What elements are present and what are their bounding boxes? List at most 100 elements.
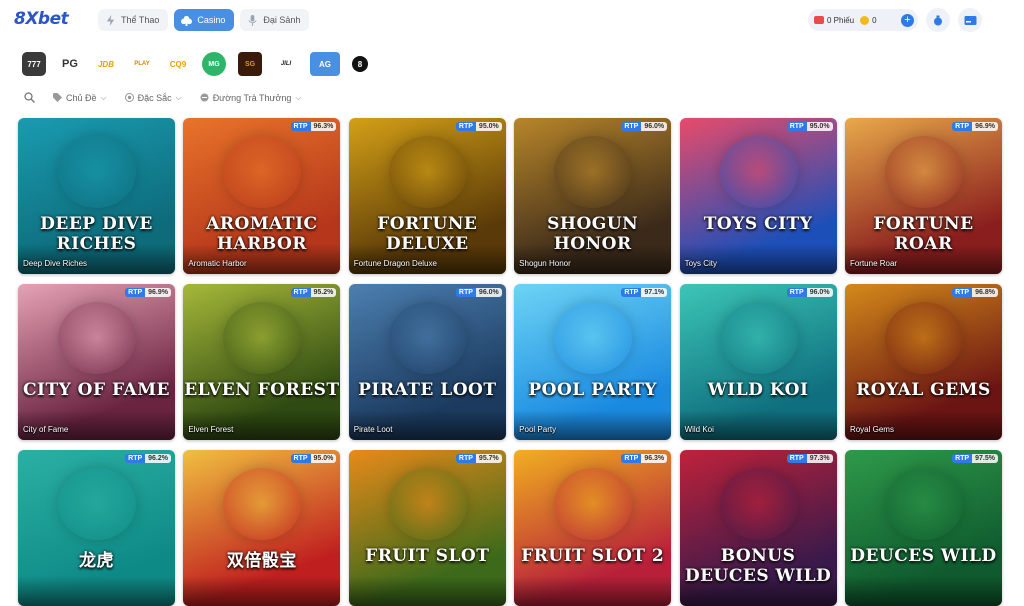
game-card[interactable]: AROMATIC HARBORRTP96.3%Aromatic Harbor: [183, 118, 341, 274]
lightning-icon: [106, 14, 115, 26]
thumbnail-decoration: [223, 468, 302, 540]
thumbnail-decoration: [884, 136, 963, 208]
game-card[interactable]: DEEP DIVE RICHESDeep Dive Riches: [18, 118, 175, 274]
rtp-badge: RTP 96.2%: [125, 454, 171, 463]
game-card[interactable]: TOYS CITY RTP 95.0% Toys City: [679, 118, 837, 274]
game-logo-text: 双倍骰宝: [226, 551, 297, 571]
rtp-value: 96.3%: [310, 122, 337, 131]
provider-sg[interactable]: SG: [238, 52, 262, 76]
rtp-label: RTP: [621, 122, 642, 131]
card-shade: [348, 576, 506, 606]
game-card[interactable]: SHOGUN HONORRTP96.0%Shogun Honor: [514, 118, 672, 274]
filter-bar: Chủ Đề ⌵ Đặc Sắc ⌵ Đường Trả Thưởng ⌵: [24, 92, 302, 103]
game-card[interactable]: BONUS DEUCES WILDRTP97.3%: [679, 450, 837, 606]
provider-mg[interactable]: MG: [202, 52, 226, 76]
provider-cq9[interactable]: CQ9: [166, 52, 190, 76]
rtp-label: RTP: [621, 288, 642, 297]
rtp-value: 95.0%: [806, 122, 833, 131]
tab-sports-label: Thể Thao: [121, 15, 160, 25]
game-name: Shogun Honor: [519, 259, 571, 268]
chevron-down-icon: ⌵: [100, 92, 107, 102]
site-logo[interactable]: 8Xbet: [14, 9, 69, 29]
ticket-icon: [814, 16, 824, 24]
provider-jili[interactable]: JILI: [274, 52, 298, 76]
rtp-label: RTP: [455, 288, 476, 297]
game-card[interactable]: ELVEN FOREST RTP 95.2% Elven Forest: [183, 284, 341, 440]
game-card[interactable]: FRUIT SLOT RTP 95.7%: [348, 450, 506, 606]
tab-casino[interactable]: Casino: [174, 9, 235, 31]
rtp-label: RTP: [290, 122, 311, 131]
thumbnail-decoration: [388, 136, 467, 208]
game-logo-text: ROYAL GEMS: [856, 380, 991, 400]
top-bar: 8Xbet Thể Thao Casino Đại Sảnh 0 Phiếu 0…: [0, 0, 1024, 40]
provider-play[interactable]: PLAY: [130, 52, 154, 76]
game-card[interactable]: WILD KOI RTP 96.0% Wild Koi: [679, 284, 837, 440]
provider-ag[interactable]: AG: [310, 52, 340, 76]
game-card[interactable]: 双倍骰宝 RTP 95.0%: [183, 450, 341, 606]
rtp-badge: RTP 96.9%: [952, 122, 998, 131]
game-card[interactable]: DEUCES WILD RTP 97.5%: [844, 450, 1002, 606]
rtp-value: 97.3%: [806, 454, 833, 463]
coin-balance: 0: [872, 15, 877, 25]
rtp-badge: RTP 96.8%: [952, 288, 998, 297]
rtp-label: RTP: [455, 454, 476, 463]
card-shade: [679, 576, 837, 606]
game-card[interactable]: FRUIT SLOT 2 RTP 96.3%: [514, 450, 672, 606]
card-shade: [514, 576, 672, 606]
card-shade: [18, 576, 175, 606]
provider-jdb[interactable]: JDB: [94, 52, 118, 76]
tab-sports[interactable]: Thể Thao: [98, 9, 169, 31]
thumbnail-decoration: [223, 302, 302, 374]
search-icon[interactable]: [24, 92, 35, 103]
provider-pg[interactable]: PG: [58, 52, 82, 76]
thumbnail-decoration: [58, 302, 136, 374]
thumbnail-decoration: [884, 302, 963, 374]
card-icon: [964, 15, 976, 25]
rtp-value: 96.2%: [145, 454, 171, 463]
rtp-badge: RTP 95.2%: [290, 288, 337, 297]
rtp-value: 97.1%: [641, 288, 668, 297]
rtp-value: 96.0%: [641, 122, 668, 131]
circle-icon: [200, 93, 209, 102]
provider-8[interactable]: 8: [352, 56, 368, 72]
tab-lobby[interactable]: Đại Sảnh: [240, 9, 310, 31]
filter-featured[interactable]: Đặc Sắc ⌵: [124, 92, 182, 103]
game-name: Elven Forest: [188, 425, 234, 434]
rtp-value: 96.9%: [972, 122, 998, 131]
rtp-badge: RTP 96.0%: [786, 288, 833, 297]
filter-paylines[interactable]: Đường Trả Thưởng ⌵: [200, 93, 302, 103]
card-shade: [183, 576, 341, 606]
money-bag-icon: [934, 15, 942, 26]
rtp-value: 95.0%: [310, 454, 337, 463]
microphone-icon: [248, 14, 257, 26]
filter-paylines-label: Đường Trả Thưởng: [212, 92, 292, 103]
money-bag-button[interactable]: [926, 8, 950, 32]
game-card[interactable]: POOL PARTY RTP 97.1% Pool Party: [514, 284, 672, 440]
rtp-label: RTP: [125, 454, 146, 463]
game-card[interactable]: 龙虎 RTP 96.2%: [18, 450, 175, 606]
rtp-badge: RTP 96.3%: [290, 122, 337, 131]
rtp-badge: RTP 96.0%: [621, 122, 668, 131]
game-card[interactable]: PIRATE LOOT RTP 96.0% Pirate Loot: [348, 284, 506, 440]
game-name: Royal Gems: [849, 425, 894, 434]
thumbnail-decoration: [719, 136, 798, 208]
rtp-badge: RTP 97.3%: [786, 454, 833, 463]
game-card[interactable]: FORTUNE DELUXERTP95.0%Fortune Dragon Del…: [348, 118, 506, 274]
provider-777[interactable]: 777: [22, 52, 46, 76]
chevron-down-icon: ⌵: [295, 92, 302, 102]
deposit-plus-button[interactable]: +: [901, 13, 914, 27]
filter-featured-label: Đặc Sắc: [137, 92, 172, 103]
rtp-badge: RTP 95.0%: [786, 122, 833, 131]
filter-theme[interactable]: Chủ Đề ⌵: [53, 93, 107, 103]
game-card[interactable]: ROYAL GEMS RTP 96.8% Royal Gems: [844, 284, 1002, 440]
rtp-badge: RTP 95.0%: [290, 454, 337, 463]
game-logo-text: ELVEN FOREST: [184, 380, 340, 400]
tag-icon: [53, 93, 62, 102]
wallet-card-button[interactable]: [958, 8, 982, 32]
wallet-balance[interactable]: 0 Phiếu 0 +: [808, 9, 918, 31]
game-card[interactable]: CITY OF FAME RTP 96.9% City of Fame: [18, 284, 175, 440]
rtp-badge: RTP 95.7%: [455, 454, 502, 463]
card-shade: [844, 576, 1002, 606]
game-logo-text: DEUCES WILD: [850, 546, 997, 566]
game-card[interactable]: FORTUNE ROARRTP96.9%Fortune Roar: [844, 118, 1002, 274]
